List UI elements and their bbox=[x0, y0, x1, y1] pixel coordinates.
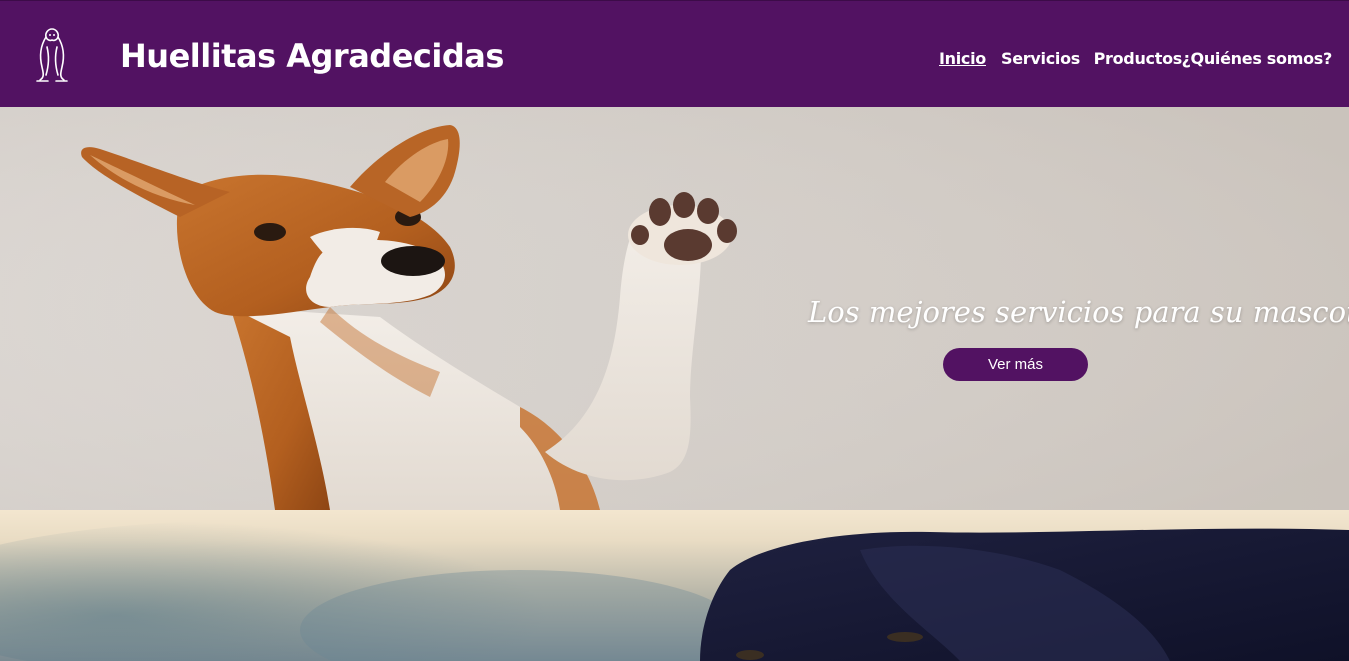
nav-item-inicio[interactable]: Inicio bbox=[939, 49, 986, 68]
site-title[interactable]: Huellitas Agradecidas bbox=[120, 37, 504, 75]
black-dog-image bbox=[0, 520, 1349, 661]
nav-item-servicios[interactable]: Servicios bbox=[1001, 49, 1080, 68]
hero-banner: Los mejores servicios para su mascota Ve… bbox=[0, 107, 1349, 510]
hero-tagline: Los mejores servicios para su mascota bbox=[808, 295, 1349, 329]
dog-logo-icon[interactable] bbox=[30, 25, 74, 85]
secondary-banner bbox=[0, 510, 1349, 661]
ver-mas-button[interactable]: Ver más bbox=[943, 348, 1088, 381]
nav-item-productos[interactable]: Productos bbox=[1094, 49, 1183, 68]
nav-item-quienes-somos[interactable]: ¿Quiénes somos? bbox=[1182, 49, 1333, 68]
page: Huellitas Agradecidas Inicio Servicios P… bbox=[0, 0, 1349, 661]
site-header: Huellitas Agradecidas Inicio Servicios P… bbox=[0, 0, 1349, 107]
